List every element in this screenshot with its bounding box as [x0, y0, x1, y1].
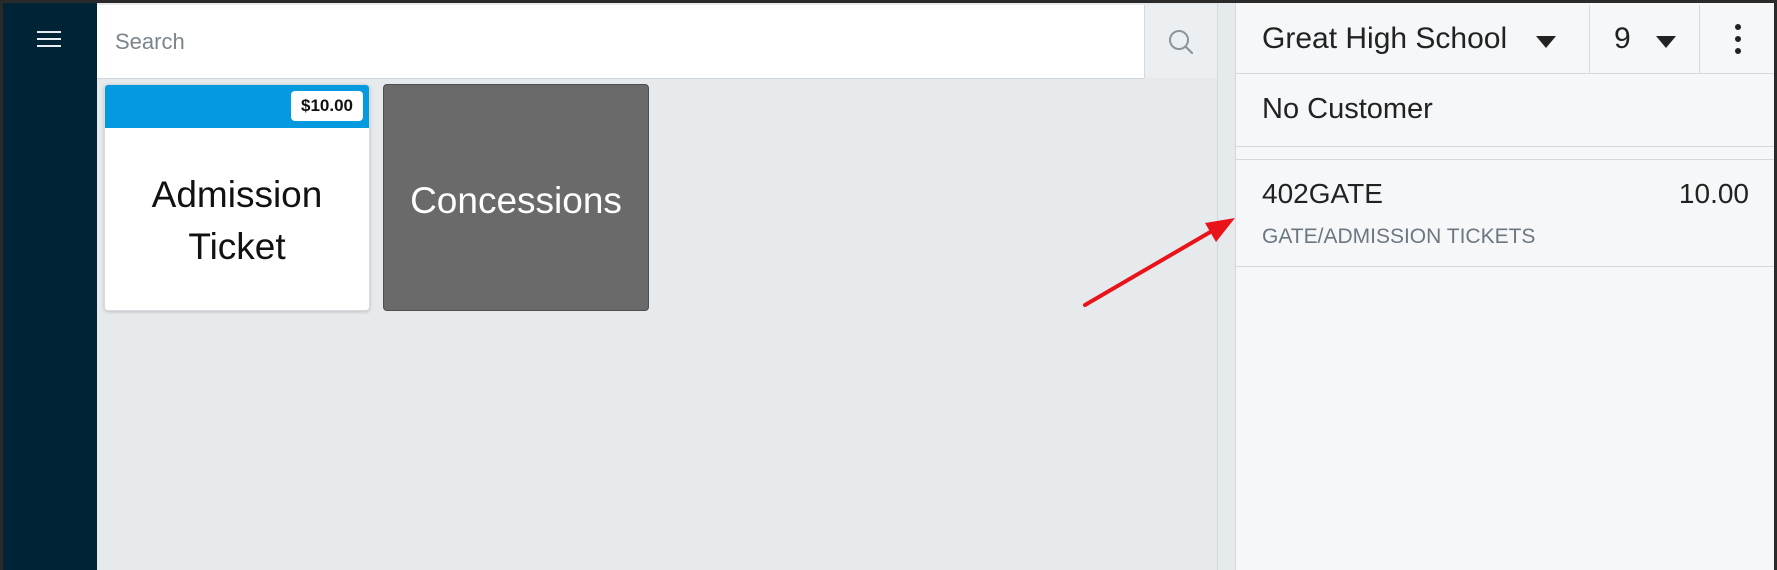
price-badge: $10.00 — [291, 91, 363, 121]
tile-label-line-1: Admission — [151, 174, 323, 215]
product-tile-admission-ticket[interactable]: $10.00 Admission Ticket — [104, 84, 370, 311]
panel-toolbar: Great High School 9 — [1236, 5, 1774, 74]
register-dropdown[interactable]: 9 — [1590, 5, 1700, 73]
search-bar — [97, 5, 1144, 79]
hamburger-menu-icon[interactable] — [37, 29, 61, 49]
order-line-item[interactable]: 402GATE 10.00 GATE/ADMISSION TICKETS — [1236, 159, 1774, 267]
side-nav — [3, 3, 97, 570]
caret-down-icon — [1656, 36, 1676, 48]
search-input[interactable] — [97, 5, 1144, 78]
more-vertical-icon[interactable] — [1700, 5, 1774, 73]
search-button[interactable] — [1144, 5, 1217, 78]
line-item-amount: 10.00 — [1678, 178, 1749, 209]
product-tile-concessions[interactable]: Concessions — [383, 84, 649, 311]
tile-label: Admission Ticket — [105, 169, 369, 273]
customer-label: No Customer — [1262, 93, 1433, 125]
customer-selector[interactable]: No Customer — [1236, 75, 1774, 147]
school-name: Great High School — [1262, 22, 1508, 55]
panel-divider — [1217, 3, 1235, 570]
tile-label-line-2: Ticket — [188, 226, 286, 267]
line-item-category: GATE/ADMISSION TICKETS — [1262, 225, 1536, 248]
caret-down-icon — [1536, 36, 1556, 48]
school-dropdown[interactable]: Great High School — [1236, 5, 1590, 73]
tile-label: Concessions — [410, 180, 622, 221]
register-number: 9 — [1614, 22, 1631, 55]
order-panel: Great High School 9 No Customer 402GATE … — [1235, 3, 1774, 570]
line-item-code: 402GATE — [1262, 178, 1383, 209]
app-window: $10.00 Admission Ticket Concessions Grea… — [3, 3, 1774, 570]
search-icon — [1169, 30, 1194, 55]
